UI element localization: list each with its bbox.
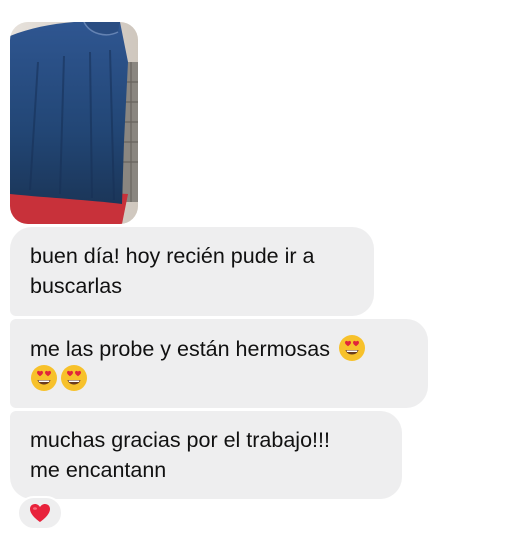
message-bubble[interactable]: muchas gracias por el trabajo!!! me enca… <box>10 411 402 499</box>
message-bubble[interactable]: me las probe y están hermosas <box>10 319 428 408</box>
heart-eyes-emoji-icon <box>338 334 366 362</box>
reaction-badge[interactable] <box>17 496 63 530</box>
message-text-line: me las probe y están hermosas <box>30 334 408 364</box>
message-text: buen día! hoy recién pude ir a <box>30 244 315 268</box>
message-thread: buen día! hoy recién pude ir a buscarlas… <box>0 0 522 533</box>
message-text: buscarlas <box>30 274 123 298</box>
red-heart-icon <box>30 504 50 522</box>
message-text: muchas gracias por el trabajo!!! <box>30 428 330 452</box>
dress-photo-image <box>10 22 138 224</box>
heart-eyes-emoji-icon <box>30 364 58 392</box>
message-emoji-line <box>30 364 408 394</box>
message-bubble[interactable]: buen día! hoy recién pude ir a buscarlas <box>10 227 374 316</box>
message-text: me encantann <box>30 458 167 482</box>
message-text: me las probe y están hermosas <box>30 337 330 361</box>
heart-eyes-emoji-icon <box>60 364 88 392</box>
photo-attachment[interactable] <box>10 22 138 224</box>
